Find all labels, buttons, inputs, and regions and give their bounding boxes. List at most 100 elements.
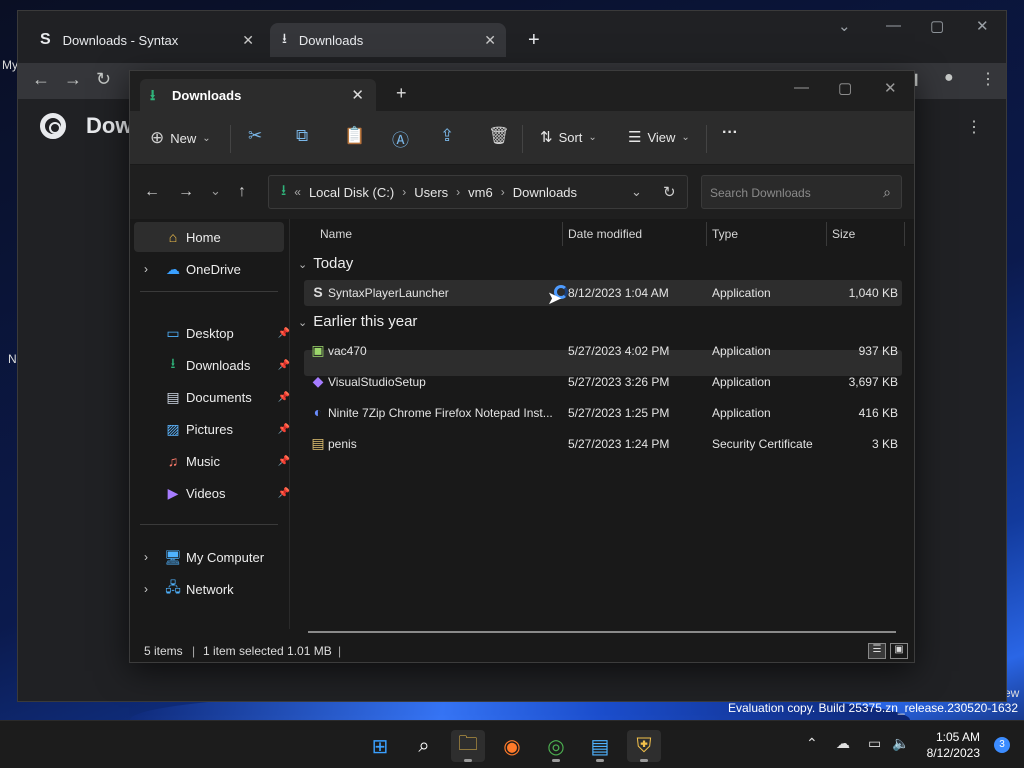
- file-row[interactable]: ▤ penis 5/27/2023 1:24 PM Security Certi…: [304, 431, 902, 457]
- divider: [140, 524, 278, 525]
- group-header-today[interactable]: ⌄ Today: [298, 255, 353, 272]
- download-icon: ⭳: [150, 87, 156, 104]
- divider: [522, 125, 523, 153]
- file-row[interactable]: ◐ Ninite 7Zip Chrome Firefox Notepad Ins…: [304, 400, 902, 426]
- forward-arrow-icon[interactable]: →: [64, 69, 82, 90]
- onedrive-icon[interactable]: ☁: [836, 735, 850, 752]
- network-icon[interactable]: ▭: [868, 735, 881, 752]
- rename-icon[interactable]: Ⓐ: [392, 126, 409, 151]
- new-button[interactable]: ⊕ New ⌄: [150, 128, 211, 148]
- cut-icon[interactable]: ✂: [248, 126, 262, 146]
- chevron-down-icon[interactable]: ⌄: [838, 17, 851, 35]
- file-row[interactable]: ▣ vac470 5/27/2023 4:02 PM Application 9…: [304, 338, 902, 364]
- horizontal-scrollbar[interactable]: [308, 631, 896, 633]
- details-view-icon[interactable]: ☰: [868, 643, 886, 659]
- clock[interactable]: 1:05 AM 8/12/2023: [927, 729, 980, 761]
- column-header-type[interactable]: Type: [712, 219, 738, 249]
- minimize-button[interactable]: —: [794, 79, 809, 96]
- minimize-button[interactable]: —: [886, 17, 901, 34]
- explorer-tab[interactable]: ⭳ Downloads ✕: [140, 79, 376, 111]
- close-icon[interactable]: ✕: [484, 32, 496, 49]
- breadcrumb[interactable]: ⭳ « Local Disk (C:) › Users › vm6 › Down…: [268, 175, 688, 209]
- close-icon[interactable]: ✕: [351, 86, 364, 104]
- column-separator[interactable]: [826, 222, 827, 246]
- up-arrow-icon[interactable]: ↑: [238, 183, 246, 201]
- group-header-earlier[interactable]: ⌄ Earlier this year: [298, 313, 417, 330]
- sidebar-item-my-computer[interactable]: › 🖥 My Computer: [134, 542, 284, 572]
- column-header-name[interactable]: Name: [320, 219, 352, 249]
- file-size: 3,697 KB: [848, 375, 898, 389]
- maximize-button[interactable]: ▢: [930, 17, 944, 35]
- address-bar-row: ← → ⌄ ↑ ⭳ « Local Disk (C:) › Users › vm…: [130, 165, 914, 219]
- column-separator[interactable]: [562, 222, 563, 246]
- column-separator[interactable]: [706, 222, 707, 246]
- sidebar-item-pictures[interactable]: ▨ Pictures 📌: [134, 414, 290, 444]
- close-button[interactable]: ✕: [884, 79, 897, 97]
- column-header-date[interactable]: Date modified: [568, 219, 642, 249]
- close-button[interactable]: ✕: [976, 17, 989, 35]
- breadcrumb-item[interactable]: Users: [414, 185, 448, 200]
- search-input[interactable]: Search Downloads ⌕: [701, 175, 902, 209]
- file-row[interactable]: S SyntaxPlayerLauncher 8/12/2023 1:04 AM…: [304, 280, 902, 306]
- home-icon: ⌂: [168, 229, 178, 245]
- sidebar-item-network[interactable]: › 🖧 Network: [134, 574, 284, 604]
- back-arrow-icon[interactable]: ←: [32, 69, 50, 90]
- breadcrumb-item[interactable]: Downloads: [513, 185, 577, 200]
- file-explorer-icon[interactable]: 🗀: [451, 730, 485, 762]
- more-options-button[interactable]: ···: [722, 124, 738, 142]
- security-shield-icon[interactable]: ⛨: [627, 730, 661, 762]
- chrome-tab-downloads[interactable]: ⭳ Downloads ✕: [270, 23, 506, 57]
- breadcrumb-item[interactable]: vm6: [468, 185, 493, 200]
- column-separator[interactable]: [904, 222, 905, 246]
- back-arrow-icon[interactable]: ←: [144, 183, 160, 201]
- sidebar-item-music[interactable]: ♫ Music 📌: [134, 446, 290, 476]
- firefox-icon[interactable]: ◉: [495, 730, 529, 762]
- terminal-icon[interactable]: ▤: [583, 730, 617, 762]
- sidebar-item-label: Downloads: [186, 357, 251, 373]
- new-tab-button[interactable]: +: [396, 83, 407, 104]
- forward-arrow-icon[interactable]: →: [178, 183, 194, 201]
- sidebar-item-desktop[interactable]: ▭ Desktop 📌: [134, 318, 290, 348]
- recent-chevron-icon[interactable]: ⌄: [210, 183, 221, 199]
- copy-icon[interactable]: ⧉: [296, 126, 308, 146]
- menu-icon[interactable]: ⋮: [980, 69, 996, 89]
- chevron-down-icon: ⌄: [681, 131, 690, 143]
- start-icon[interactable]: ⊞: [363, 730, 397, 762]
- volume-icon[interactable]: 🔈: [892, 735, 909, 752]
- sidebar-item-downloads[interactable]: ⭳ Downloads 📌: [134, 350, 290, 380]
- chevron-up-icon[interactable]: ⌃: [806, 735, 818, 752]
- breadcrumb-item[interactable]: Local Disk (C:): [309, 185, 394, 200]
- maximize-button[interactable]: ▢: [838, 79, 852, 97]
- sort-button[interactable]: ⇅ Sort ⌄: [540, 128, 597, 146]
- view-button[interactable]: ☰ View ⌄: [628, 128, 690, 146]
- paste-icon[interactable]: 📋: [344, 126, 365, 146]
- chrome-tab-syntax[interactable]: S Downloads - Syntax ✕: [28, 23, 264, 57]
- chevron-down-icon: ⌄: [298, 317, 308, 329]
- sidebar-item-home[interactable]: ⌂ Home: [134, 222, 284, 252]
- close-icon[interactable]: ✕: [242, 32, 254, 49]
- file-list: Name Date modified Type Size ⌄ Today ⌄ Ear…: [290, 219, 916, 633]
- share-icon[interactable]: ⇪: [440, 126, 454, 146]
- tiles-view-icon[interactable]: ▣: [890, 643, 908, 659]
- sidebar-item-onedrive[interactable]: › ☁ OneDrive: [134, 254, 284, 284]
- chevron-down-icon[interactable]: ⌄: [631, 184, 642, 200]
- file-row[interactable]: ◆ VisualStudioSetup 5/27/2023 3:26 PM Ap…: [304, 369, 902, 395]
- chevron-right-icon[interactable]: ›: [144, 262, 148, 276]
- more-icon[interactable]: ⋮: [966, 117, 982, 137]
- sidebar-item-videos[interactable]: ▶ Videos 📌: [134, 478, 290, 508]
- plus-circle-icon: ⊕: [150, 128, 165, 147]
- chrome-icon[interactable]: ◎: [539, 730, 573, 762]
- chevron-right-icon[interactable]: ›: [144, 550, 148, 564]
- new-tab-button[interactable]: +: [516, 23, 552, 57]
- sidebar-item-documents[interactable]: ▤ Documents 📌: [134, 382, 290, 412]
- delete-icon[interactable]: 🗑: [488, 126, 510, 146]
- column-header-size[interactable]: Size: [832, 219, 855, 249]
- chevron-right-icon[interactable]: ›: [144, 582, 148, 596]
- refresh-icon[interactable]: ↻: [663, 183, 676, 201]
- status-separator: |: [338, 644, 342, 658]
- notification-badge[interactable]: 3: [994, 737, 1010, 753]
- profile-icon[interactable]: ●: [944, 69, 954, 87]
- reload-icon[interactable]: ↻: [96, 69, 111, 90]
- file-size: 3 KB: [871, 437, 898, 451]
- search-icon[interactable]: ⌕: [407, 730, 441, 762]
